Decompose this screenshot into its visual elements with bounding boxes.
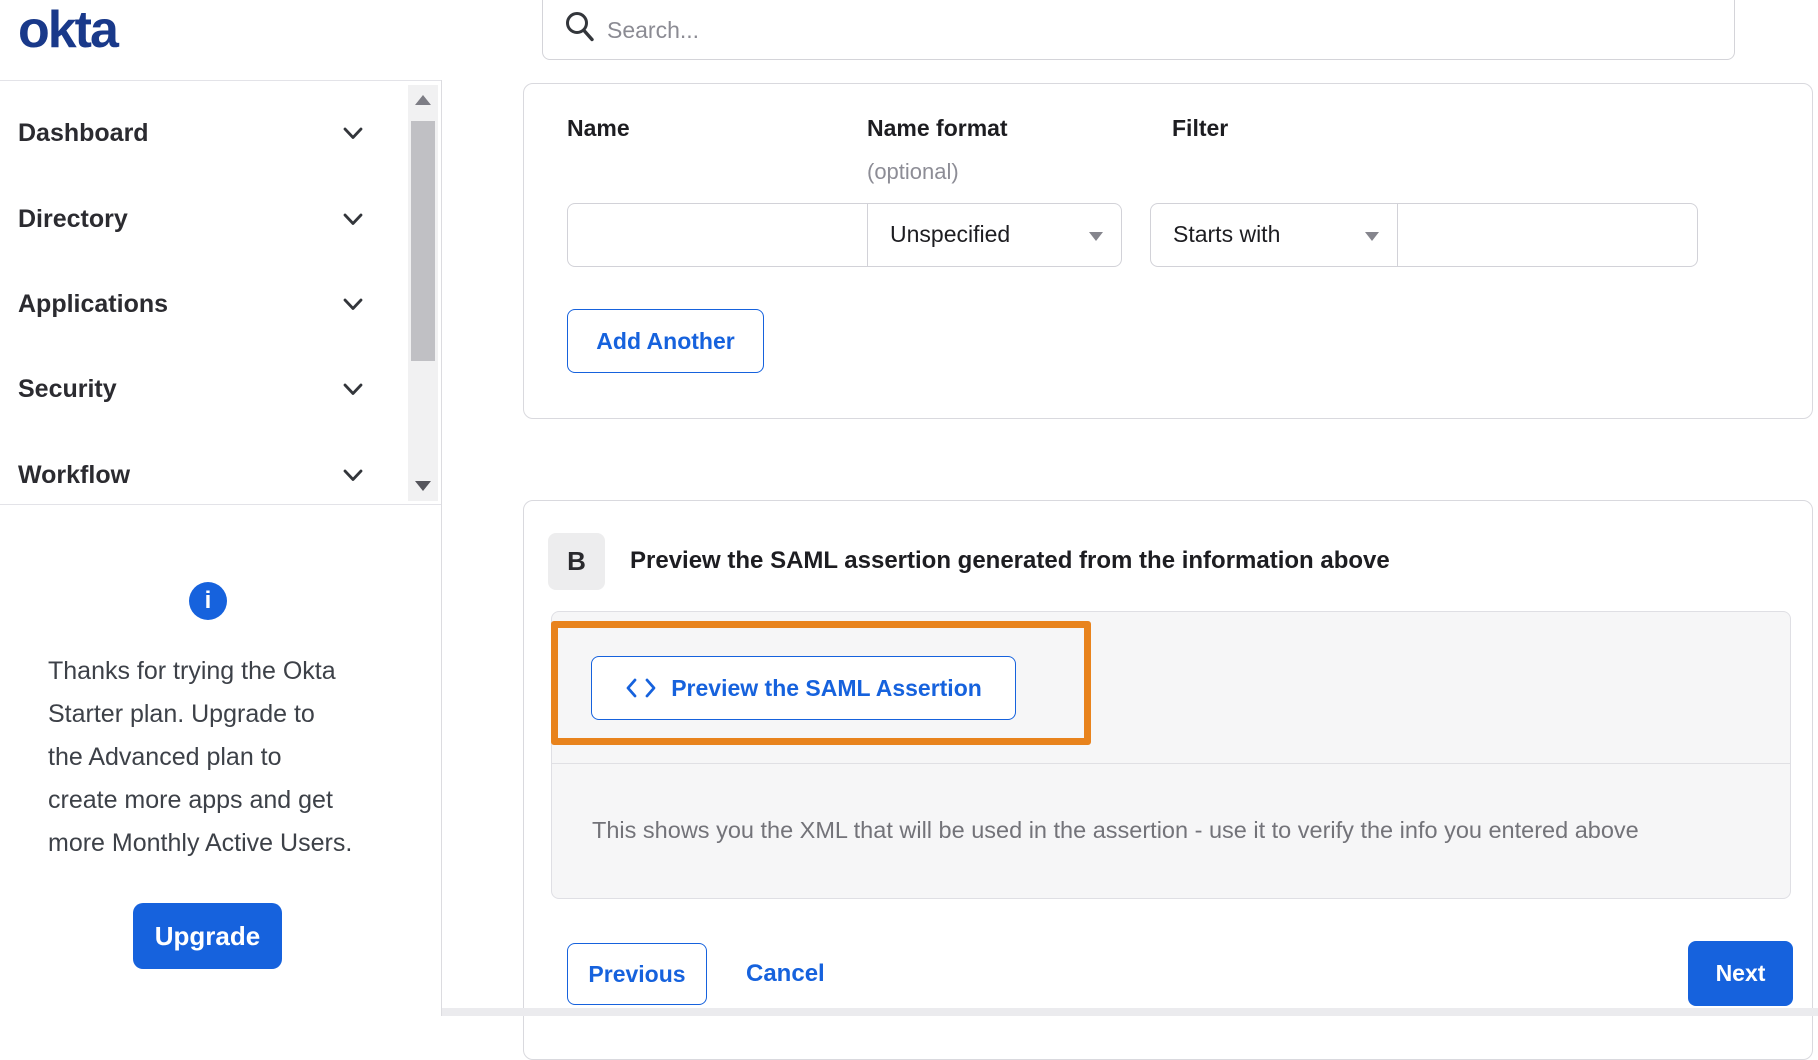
filter-value-input[interactable] <box>1397 203 1698 267</box>
info-icon: i <box>189 582 227 620</box>
chevron-down-icon <box>343 298 363 310</box>
sidebar-item-label: Dashboard <box>18 119 149 147</box>
name-column-label: Name <box>567 115 630 141</box>
step-b-badge: B <box>548 533 605 590</box>
sidebar-item-label: Applications <box>18 290 169 318</box>
select-caret-icon <box>1089 232 1103 241</box>
name-format-select[interactable]: Unspecified <box>867 203 1122 267</box>
sidebar-divider <box>441 80 442 1016</box>
previous-button[interactable]: Previous <box>567 943 707 1005</box>
okta-admin-page: okta Dashboard Directory Applications Se… <box>0 0 1818 1060</box>
name-format-column-label: Name format <box>867 115 1008 141</box>
upsell-message: Thanks for trying the Okta Starter plan.… <box>48 657 353 857</box>
sidebar-nav: Dashboard Directory Applications Securit… <box>0 80 441 505</box>
sidebar-item-dashboard[interactable]: Dashboard <box>0 115 400 159</box>
chevron-down-icon <box>343 383 363 395</box>
next-button[interactable]: Next <box>1688 941 1793 1006</box>
filter-operator-select[interactable]: Starts with <box>1150 203 1398 267</box>
upgrade-button[interactable]: Upgrade <box>133 903 282 969</box>
chevron-down-icon <box>343 127 363 139</box>
cancel-link[interactable]: Cancel <box>746 960 825 988</box>
scroll-up-icon[interactable] <box>415 95 431 105</box>
sidebar-item-security[interactable]: Security <box>0 371 400 415</box>
preview-section-heading: Preview the SAML assertion generated fro… <box>630 547 1390 574</box>
sidebar-item-directory[interactable]: Directory <box>0 201 400 245</box>
name-format-optional-label: (optional) <box>867 159 959 184</box>
chevron-down-icon <box>343 469 363 481</box>
select-caret-icon <box>1365 232 1379 241</box>
name-format-selected-value: Unspecified <box>890 221 1011 247</box>
sidebar-item-workflow[interactable]: Workflow <box>0 457 400 501</box>
attribute-name-input[interactable] <box>567 203 868 267</box>
add-another-button[interactable]: Add Another <box>567 309 764 373</box>
scrollbar-thumb[interactable] <box>411 121 435 361</box>
sidebar-item-label: Workflow <box>18 461 131 489</box>
preview-panel <box>551 611 1791 899</box>
code-icon <box>626 678 656 698</box>
bottom-strip <box>442 1008 1818 1016</box>
preview-button-label: Preview the SAML Assertion <box>671 674 982 701</box>
sidebar-scrollbar[interactable] <box>408 85 438 501</box>
preview-caption: This shows you the XML that will be used… <box>592 817 1639 843</box>
preview-saml-assertion-button[interactable]: Preview the SAML Assertion <box>591 656 1016 720</box>
chevron-down-icon <box>343 213 363 225</box>
preview-panel-divider <box>552 763 1790 764</box>
scroll-down-icon[interactable] <box>415 481 431 491</box>
search-input[interactable] <box>605 7 1689 53</box>
sidebar-item-label: Directory <box>18 205 128 233</box>
filter-operator-selected-value: Starts with <box>1173 221 1281 247</box>
search-bar <box>542 0 1735 60</box>
filter-column-label: Filter <box>1172 115 1229 141</box>
sidebar-item-label: Security <box>18 375 117 403</box>
search-icon <box>566 12 594 42</box>
sidebar-item-applications[interactable]: Applications <box>0 286 400 330</box>
okta-logo[interactable]: okta <box>18 0 119 60</box>
